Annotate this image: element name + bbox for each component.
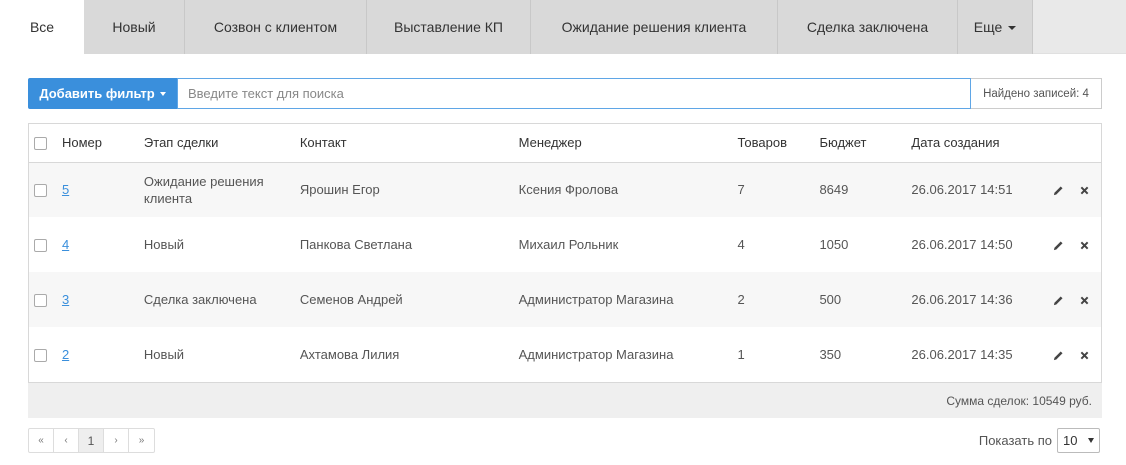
deals-sum-bar: Сумма сделок: 10549 руб. xyxy=(28,383,1102,418)
page-number-button[interactable]: 1 xyxy=(79,429,104,452)
deal-number-link[interactable]: 4 xyxy=(62,237,69,252)
chevron-down-icon xyxy=(1088,438,1094,443)
next-page-button[interactable]: › xyxy=(104,429,129,452)
pencil-icon[interactable] xyxy=(1050,183,1066,199)
row-checkbox[interactable] xyxy=(34,349,47,363)
deal-items: 2 xyxy=(737,292,745,307)
pencil-icon[interactable] xyxy=(1050,347,1066,363)
column-header-budget[interactable]: Бюджет xyxy=(819,124,911,162)
column-header-items[interactable]: Товаров xyxy=(738,124,820,162)
page-size-control: Показать по 10 xyxy=(979,428,1100,453)
table-row: 3 Сделка заключена Семенов Андрей Админи… xyxy=(29,272,1101,327)
page-size-value: 10 xyxy=(1063,433,1078,448)
deal-manager: Михаил Рольник xyxy=(518,237,619,252)
tab-label: Сделка заключена xyxy=(806,19,929,35)
tab-label: Ожидание решения клиента xyxy=(561,19,747,35)
column-header-stage[interactable]: Этап сделки xyxy=(144,124,300,162)
close-icon[interactable] xyxy=(1076,292,1092,308)
deal-number-link[interactable]: 5 xyxy=(62,182,69,197)
deal-contact: Ахтамова Лилия xyxy=(299,347,400,362)
add-filter-button[interactable]: Добавить фильтр xyxy=(28,78,177,109)
deal-number-link[interactable]: 3 xyxy=(62,292,69,307)
table-row: 4 Новый Панкова Светлана Михаил Рольник … xyxy=(29,217,1101,272)
deal-items: 1 xyxy=(737,347,745,362)
chevron-down-icon xyxy=(159,92,166,96)
row-checkbox[interactable] xyxy=(34,239,47,253)
page-size-label: Показать по xyxy=(978,433,1052,448)
deal-stage: Новый xyxy=(143,237,185,252)
deal-created: 26.06.2017 14:35 xyxy=(911,347,1013,362)
tab-all[interactable]: Все xyxy=(0,0,84,54)
deal-stage: Ожидание решения клиента xyxy=(143,173,264,206)
prev-page-button[interactable]: ‹ xyxy=(54,429,79,452)
deal-created: 26.06.2017 14:36 xyxy=(911,292,1013,307)
table-row: 2 Новый Ахтамова Лилия Администратор Маг… xyxy=(29,327,1101,382)
deal-items: 4 xyxy=(737,237,745,252)
deal-stage: Сделка заключена xyxy=(143,292,257,307)
status-tabs: Все Новый Созвон с клиентом Выставление … xyxy=(0,0,1126,54)
column-header-contact[interactable]: Контакт xyxy=(300,124,519,162)
first-page-button[interactable]: « xyxy=(29,429,54,452)
row-checkbox[interactable] xyxy=(34,294,47,308)
column-header-number[interactable]: Номер xyxy=(62,124,144,162)
deals-sum-label: Сумма сделок: 10549 руб. xyxy=(946,393,1092,408)
pencil-icon[interactable] xyxy=(1050,292,1066,308)
add-filter-label: Добавить фильтр xyxy=(39,86,155,101)
pencil-icon[interactable] xyxy=(1050,237,1066,253)
last-page-button[interactable]: » xyxy=(129,429,154,452)
tab-label: Созвон с клиентом xyxy=(213,19,338,35)
tab-new[interactable]: Новый xyxy=(84,0,185,54)
deal-contact: Панкова Светлана xyxy=(299,237,413,252)
tabs-filler xyxy=(1033,0,1126,53)
deal-created: 26.06.2017 14:51 xyxy=(911,182,1013,198)
column-header-created[interactable]: Дата создания xyxy=(911,124,1050,162)
pagination: « ‹ 1 › » xyxy=(28,428,155,453)
deal-manager: Ксения Фролова xyxy=(518,182,619,198)
deal-created: 26.06.2017 14:50 xyxy=(911,237,1013,252)
tab-label: Все xyxy=(29,19,55,35)
tab-more[interactable]: Еще xyxy=(958,0,1033,54)
tab-proposal[interactable]: Выставление КП xyxy=(367,0,531,54)
column-header-manager[interactable]: Менеджер xyxy=(519,124,738,162)
deal-stage: Новый xyxy=(143,347,185,362)
table-row: 5 Ожидание решения клиента Ярошин Егор К… xyxy=(29,162,1101,217)
records-found-count: Найдено записей: 4 xyxy=(971,78,1102,109)
select-all-checkbox[interactable] xyxy=(34,137,47,151)
deal-items: 7 xyxy=(737,182,745,198)
table-header-row: Номер Этап сделки Контакт Менеджер Товар… xyxy=(29,124,1101,162)
deal-budget: 1050 xyxy=(819,237,849,252)
search-input[interactable] xyxy=(177,78,971,109)
close-icon[interactable] xyxy=(1076,347,1092,363)
deal-contact: Ярошин Егор xyxy=(299,182,380,198)
tab-client-call[interactable]: Созвон с клиентом xyxy=(185,0,367,54)
tab-label: Новый xyxy=(112,19,156,35)
tab-deal-closed[interactable]: Сделка заключена xyxy=(778,0,958,54)
page-size-select[interactable]: 10 xyxy=(1057,428,1100,453)
tab-label: Выставление КП xyxy=(394,19,503,35)
filter-toolbar: Добавить фильтр Найдено записей: 4 xyxy=(28,78,1102,109)
close-icon[interactable] xyxy=(1076,183,1092,199)
tab-awaiting-decision[interactable]: Ожидание решения клиента xyxy=(531,0,778,54)
chevron-down-icon xyxy=(1008,26,1017,30)
deals-table: Номер Этап сделки Контакт Менеджер Товар… xyxy=(28,123,1102,383)
deal-manager: Администратор Магазина xyxy=(518,347,674,362)
deal-budget: 350 xyxy=(819,347,842,362)
tab-label: Еще xyxy=(973,19,1003,35)
deal-manager: Администратор Магазина xyxy=(518,292,674,307)
deal-budget: 500 xyxy=(819,292,842,307)
row-checkbox[interactable] xyxy=(34,184,47,198)
deal-contact: Семенов Андрей xyxy=(299,292,403,307)
deal-budget: 8649 xyxy=(819,182,849,198)
close-icon[interactable] xyxy=(1076,237,1092,253)
deal-number-link[interactable]: 2 xyxy=(62,347,69,362)
